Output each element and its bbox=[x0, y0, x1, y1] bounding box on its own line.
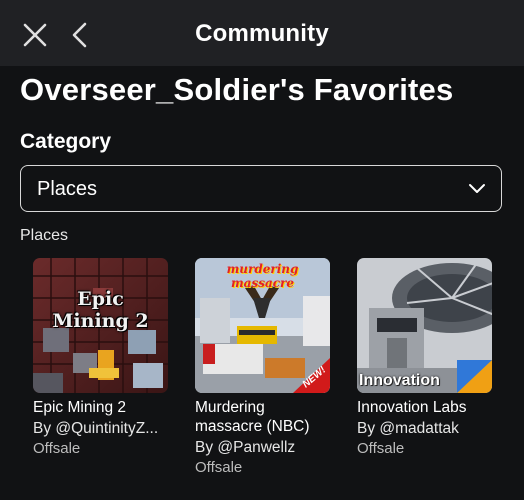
place-creator[interactable]: By @QuintinityZ... bbox=[33, 419, 163, 438]
place-thumbnail[interactable]: murdering massacre NEW! bbox=[195, 258, 330, 393]
place-name[interactable]: Epic Mining 2 bbox=[33, 398, 173, 417]
top-bar: Community bbox=[0, 0, 524, 66]
page-header-title: Community bbox=[195, 20, 329, 47]
category-select[interactable]: Places bbox=[20, 165, 502, 212]
section-label: Places bbox=[20, 227, 69, 244]
place-thumbnail[interactable]: Epic Mining 2 bbox=[33, 258, 168, 393]
place-status: Offsale bbox=[357, 440, 405, 457]
place-creator[interactable]: By @Panwellz bbox=[195, 438, 325, 457]
chevron-down-icon bbox=[469, 184, 485, 193]
place-status: Offsale bbox=[33, 440, 81, 457]
thumbnail-caption: murdering massacre bbox=[226, 262, 299, 290]
place-card[interactable]: Epic Mining 2 Epic Mining 2 By @Quintini… bbox=[33, 258, 171, 458]
place-thumbnail[interactable]: Innovation bbox=[357, 258, 492, 393]
place-name[interactable]: Innovation Labs bbox=[357, 398, 497, 417]
category-select-value: Places bbox=[37, 178, 98, 200]
place-status: Offsale bbox=[195, 459, 243, 476]
category-label: Category bbox=[20, 130, 112, 153]
thumbnail-caption: Epic Mining 2 bbox=[52, 288, 149, 332]
place-creator[interactable]: By @madattak bbox=[357, 419, 487, 438]
place-name[interactable]: Murdering massacre (NBC) bbox=[195, 398, 335, 436]
thumbnail-caption: Innovation bbox=[359, 372, 440, 389]
place-card[interactable]: murdering massacre NEW! Murdering massac… bbox=[195, 258, 333, 477]
place-card[interactable]: Innovation Innovation Labs By @madattak … bbox=[357, 258, 495, 458]
page-title: Overseer_Soldier's Favorites bbox=[20, 72, 454, 107]
